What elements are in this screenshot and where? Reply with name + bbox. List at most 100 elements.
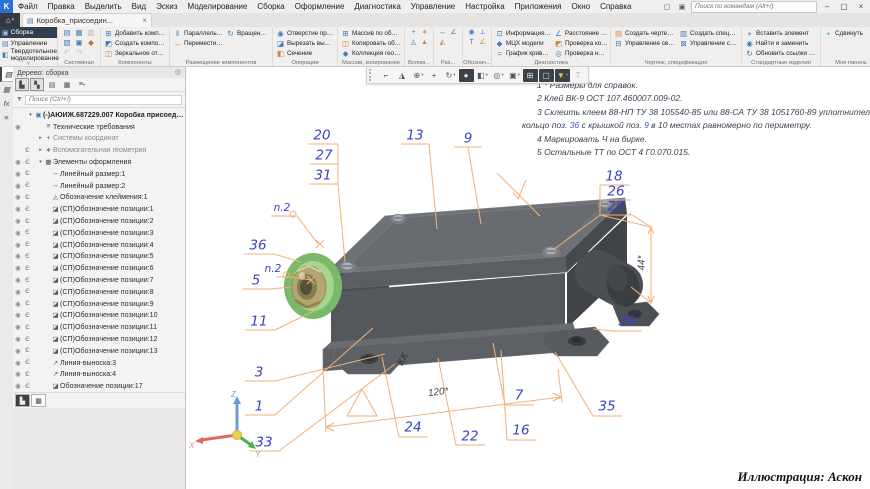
visibility-eye-icon[interactable]: ◉ xyxy=(13,276,23,284)
tree-item[interactable]: ◉ Є ◪ (СП)Обозначение позиции:7 xyxy=(13,274,185,286)
tree-item[interactable]: ◉ Є ◪ (СП)Обозначение позиции:4 xyxy=(13,239,185,251)
annotation-tool-icon[interactable]: ∠ xyxy=(477,38,488,48)
position-callout[interactable]: 20 xyxy=(313,129,330,143)
tree-item[interactable]: ◉ Є ↔ Линейный размер:1 xyxy=(13,168,185,180)
position-callout[interactable]: 5 xyxy=(252,274,261,288)
ribbon-button[interactable]: ◩ Создать компоновочн... xyxy=(104,38,166,48)
tree-item[interactable]: ◉ Є ◪ (СП)Обозначение позиции:3 xyxy=(13,227,185,239)
visibility-eye-icon[interactable]: ◉ xyxy=(13,158,23,166)
ribbon-button[interactable]: ◆ МЦХ модели xyxy=(495,38,551,48)
visibility-eye-icon[interactable]: ◉ xyxy=(13,241,23,249)
position-callout[interactable]: n.2 xyxy=(274,203,291,214)
tree-item[interactable]: ◉ Є ↗ Линия-выноска:4 xyxy=(13,369,185,381)
visibility-eye-icon[interactable]: ◉ xyxy=(13,323,23,331)
include-icon[interactable]: Є xyxy=(23,336,32,343)
include-icon[interactable]: Є xyxy=(23,206,32,213)
ribbon-button[interactable]: + Сдвинуть xyxy=(824,28,870,38)
tree-toolbar-icon[interactable]: ▙ xyxy=(15,78,29,91)
tab-close-icon[interactable]: × xyxy=(142,16,147,25)
include-icon[interactable]: Є xyxy=(23,170,32,177)
ribbon-button[interactable]: ≈ График кривизны xyxy=(495,49,551,59)
annotation-tool-icon[interactable]: ◉ xyxy=(466,28,477,38)
position-callout[interactable]: 18 xyxy=(605,170,622,184)
viewbar-button[interactable]: ● xyxy=(459,68,474,82)
expand-arrow-icon[interactable]: ▾ xyxy=(27,112,34,118)
visibility-eye-icon[interactable]: ◉ xyxy=(13,252,23,260)
tree-item[interactable]: ▸ + Системы координат xyxy=(13,133,185,145)
viewbar-button[interactable]: ↻ ▾ xyxy=(443,69,458,82)
tree-toolbar-icon[interactable]: ≡ ▾ xyxy=(75,78,89,91)
include-icon[interactable]: Є xyxy=(23,229,32,236)
ribbon-button[interactable]: ⊡ Информация об объекте xyxy=(495,28,551,38)
menu-item[interactable]: Окно xyxy=(566,0,595,13)
menu-item[interactable]: Диагностика xyxy=(349,0,405,13)
position-callout[interactable]: 1 xyxy=(255,400,264,414)
system-tool-icon[interactable]: ▥ xyxy=(85,28,97,38)
ribbon-button[interactable]: ◉ Найти и заменить xyxy=(745,38,817,48)
system-tool-icon[interactable]: ▧ xyxy=(61,38,73,48)
position-callout[interactable]: 29 xyxy=(607,200,624,214)
visibility-eye-icon[interactable]: ◉ xyxy=(13,205,23,213)
gear-icon[interactable]: ◎ xyxy=(175,68,181,76)
menu-item[interactable]: Справка xyxy=(595,0,636,13)
visibility-eye-icon[interactable]: ◉ xyxy=(13,193,23,201)
ribbon-button[interactable]: ↻ Вращение-вращение xyxy=(226,28,270,38)
include-icon[interactable]: Є xyxy=(23,288,32,295)
include-icon[interactable]: Є xyxy=(23,371,32,378)
include-icon[interactable]: Є xyxy=(23,265,32,272)
visibility-eye-icon[interactable]: ◉ xyxy=(13,123,23,131)
visibility-eye-icon[interactable]: ◉ xyxy=(13,229,23,237)
3d-model[interactable] xyxy=(284,197,660,375)
tree-item[interactable]: ◉ Є ◪ (СП)Обозначение позиции:1 xyxy=(13,203,185,215)
position-callout[interactable]: 13 xyxy=(406,129,423,143)
ribbon-button[interactable]: ⊟ Управление связанными ч... xyxy=(614,38,676,48)
system-tool-icon[interactable]: ▦ xyxy=(73,28,85,38)
viewbar-button[interactable]: ▢ xyxy=(539,68,554,82)
viewbar-button[interactable]: ⊞ xyxy=(523,68,538,82)
close-button[interactable]: × xyxy=(854,2,868,11)
position-callout[interactable]: 31 xyxy=(314,169,331,183)
position-callout[interactable]: 9 xyxy=(464,132,473,146)
annotation-tool-icon[interactable]: T xyxy=(466,38,477,48)
include-icon[interactable]: Є xyxy=(23,194,32,201)
aux-tool-icon[interactable]: ∗ xyxy=(419,28,430,38)
position-callout[interactable]: 36 xyxy=(249,239,266,253)
system-tool-icon[interactable]: ▣ xyxy=(73,38,85,48)
ribbon-button[interactable]: ↔ Переместить компонент xyxy=(173,38,223,48)
minimize-button[interactable]: – xyxy=(820,2,834,11)
panel-strip-icon[interactable]: fx xyxy=(0,96,13,110)
dimension-tool-icon[interactable]: ◭ xyxy=(437,38,448,48)
menu-item[interactable]: Приложения xyxy=(510,0,567,13)
ribbon-mode-button[interactable]: ▣ Сборка xyxy=(0,27,57,38)
restore-button[interactable]: ▢ xyxy=(837,2,851,11)
tree-item[interactable]: ◉ Є ↗ Линия-выноска:3 xyxy=(13,357,185,369)
menu-item[interactable]: Правка xyxy=(43,0,80,13)
visibility-eye-icon[interactable]: ◉ xyxy=(13,347,23,355)
menu-item[interactable]: Файл xyxy=(13,0,43,13)
ribbon-button[interactable]: ▥ Создать спецификаци... xyxy=(679,28,739,38)
gasket-and-gland[interactable] xyxy=(284,253,342,319)
include-icon[interactable]: Є xyxy=(23,324,32,331)
visibility-eye-icon[interactable]: ◉ xyxy=(13,264,23,272)
include-icon[interactable]: Є xyxy=(23,147,32,154)
filter-icon[interactable]: ▼ xyxy=(16,96,23,103)
dimension-tool-icon[interactable]: ∠ xyxy=(448,28,459,38)
menu-item[interactable]: Вид xyxy=(127,0,151,13)
ribbon-button[interactable]: ◫ Копировать объекты xyxy=(341,38,401,48)
visibility-eye-icon[interactable]: ◉ xyxy=(13,217,23,225)
viewbar-button[interactable]: ◮ xyxy=(395,69,410,82)
visibility-eye-icon[interactable]: ◉ xyxy=(13,311,23,319)
system-tool-icon[interactable]: ↷ xyxy=(73,48,85,58)
tree-item[interactable]: ◉ Є ◪ Обозначение позиции:17 xyxy=(13,380,185,392)
position-callout[interactable]: n.2 xyxy=(265,264,282,275)
position-callout[interactable]: 22 xyxy=(461,430,478,444)
position-callout[interactable]: 39 xyxy=(618,315,635,329)
tree-item[interactable]: ◉ Є ◪ (СП)Обозначение позиции:5 xyxy=(13,251,185,263)
system-tool-icon[interactable]: ↶ xyxy=(61,48,73,58)
expand-arrow-icon[interactable]: ▾ xyxy=(37,159,44,165)
command-search-input[interactable] xyxy=(691,0,817,13)
ribbon-button[interactable]: ◆ Коллекция геометрии xyxy=(341,49,401,59)
annotation-tool-icon[interactable]: ⊥ xyxy=(477,28,488,38)
aux-tool-icon[interactable]: ▲ xyxy=(419,38,430,48)
tree-item[interactable]: ◉ Є ◪ (СП)Обозначение позиции:8 xyxy=(13,286,185,298)
